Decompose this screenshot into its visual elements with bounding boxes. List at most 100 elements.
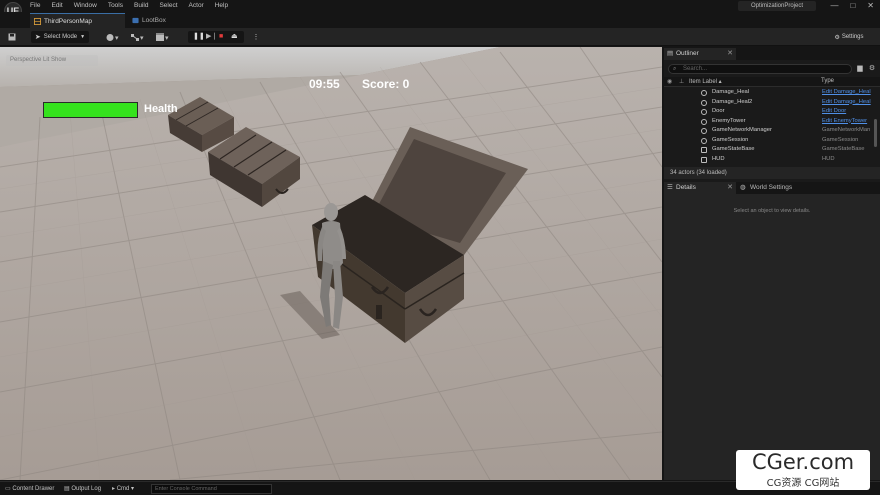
tab-lootbox[interactable]: LootBox [128, 13, 188, 28]
window-controls: — □ ✕ [830, 1, 874, 11]
tab-thirdpersonmap[interactable]: ThirdPersonMap [30, 13, 125, 28]
right-panel: ▤ Outliner ✕ ⌕ Search... ▆ ⚙ ◉ ⊥ Item La… [664, 47, 880, 480]
list-item[interactable]: Damage_Heal Edit Damage_Heal [664, 88, 872, 98]
outliner-list: Damage_Heal Edit Damage_Heal Damage_Heal2… [664, 88, 872, 164]
info-icon [701, 147, 707, 153]
cinematics-button[interactable]: ▾ [153, 31, 173, 43]
outliner-tab-label: Outliner [676, 50, 699, 57]
folder-icon: ▆ [857, 65, 863, 72]
project-name-badge: OptimizationProject [738, 1, 816, 11]
menu-help[interactable]: Help [215, 2, 228, 9]
save-icon [8, 33, 16, 41]
details-panel: Select an object to view details. [664, 194, 880, 480]
maximize-icon[interactable]: □ [850, 1, 855, 11]
health-label: Health [144, 103, 178, 115]
globe-icon: ◍ [740, 184, 746, 191]
list-item[interactable]: Door Edit Door [664, 107, 872, 117]
step-icon[interactable]: ▶❘ [206, 31, 217, 43]
svg-text:▾: ▾ [140, 34, 144, 42]
hud-timer: 09:55 [309, 77, 340, 91]
pause-icon[interactable]: ❚❚ [193, 31, 205, 43]
output-log-button[interactable]: ▤ Output Log [64, 484, 101, 494]
outliner-header: ▤ Outliner ✕ [664, 47, 880, 60]
add-content-button[interactable]: ▾ [103, 31, 123, 43]
list-item[interactable]: GameStateBase GameStateBase [664, 145, 872, 155]
watermark: CGer.com CG资源 CG网站 [736, 450, 870, 490]
console-placeholder: Enter Console Command [155, 486, 217, 492]
log-icon: ▤ [64, 486, 70, 492]
list-item[interactable]: GameSession GameSession [664, 136, 872, 146]
world-settings-label: World Settings [750, 184, 793, 191]
menu-edit[interactable]: Edit [51, 2, 62, 9]
level-icon [34, 18, 41, 25]
add-folder-button[interactable]: ▆ [855, 64, 865, 74]
cmd-label: Cmd ▾ [116, 486, 135, 492]
actor-icon [701, 109, 707, 115]
settings-button[interactable]: ⚙ Settings [830, 31, 868, 43]
chevron-down-icon: ▼ [80, 34, 86, 40]
title-bar: UE File Edit Window Tools Build Select A… [0, 0, 880, 20]
details-empty-message: Select an object to view details. [733, 208, 811, 214]
save-button[interactable] [6, 31, 18, 43]
select-mode-dropdown[interactable]: ➤ Select Mode ▼ [31, 31, 89, 43]
close-icon[interactable]: ✕ [867, 1, 874, 11]
terminal-icon: ▸ [112, 486, 116, 492]
tab-outliner[interactable]: ▤ Outliner ✕ [664, 48, 736, 60]
tab-label: ThirdPersonMap [44, 18, 93, 25]
list-item[interactable]: GameNetworkManager GameNetworkMan [664, 126, 872, 136]
outliner-search-input[interactable]: ⌕ Search... [668, 64, 852, 74]
output-log-label: Output Log [71, 486, 102, 492]
close-icon[interactable]: ✕ [727, 182, 733, 194]
list-item[interactable]: EnemyTower Edit EnemyTower [664, 117, 872, 127]
actor-icon [701, 137, 707, 144]
pin-icon[interactable]: ⊥ [679, 78, 684, 85]
details-header: ☰ Details ✕ ◍ World Settings [664, 182, 880, 194]
more-icon: ⋮ [252, 34, 260, 41]
svg-text:▾: ▾ [165, 34, 169, 42]
list-item[interactable]: Damage_Heal2 Edit Damage_Heal [664, 98, 872, 108]
gear-icon: ⚙ [834, 34, 840, 41]
select-mode-label: Select Mode [43, 34, 78, 40]
watermark-main: CGer.com [751, 450, 855, 474]
list-item[interactable]: HUD HUD [664, 155, 872, 165]
visibility-eye-icon[interactable]: ◉ [667, 78, 672, 85]
outliner-column-header: ◉ ⊥ Item Label ▴ Type [664, 77, 880, 87]
level-viewport[interactable]: Perspective Lit Show 09:55 Score: 0 Heal… [0, 47, 662, 480]
eject-icon[interactable]: ⏏ [231, 31, 238, 43]
console-command-input[interactable]: Enter Console Command [151, 484, 272, 494]
content-drawer-button[interactable]: ▭ Content Drawer [5, 484, 54, 494]
cmd-dropdown[interactable]: ▸ Cmd ▾ [112, 484, 134, 494]
menu-select[interactable]: Select [159, 2, 177, 9]
col-item-label[interactable]: Item Label ▴ [689, 78, 722, 85]
tab-details[interactable]: ☰ Details ✕ [664, 182, 736, 194]
health-bar [43, 102, 138, 118]
menu-build[interactable]: Build [134, 2, 148, 9]
blueprints-button[interactable]: ▾ [128, 31, 148, 43]
gear-icon: ⚙ [868, 65, 876, 72]
menu-actor[interactable]: Actor [189, 2, 204, 9]
blueprint-icon [132, 17, 139, 24]
svg-text:▾: ▾ [115, 34, 119, 42]
watermark-sub: CG资源 CG网站 [766, 478, 840, 489]
menu-file[interactable]: File [30, 2, 40, 9]
actor-icon [701, 128, 707, 134]
tab-label: LootBox [142, 17, 166, 24]
close-icon[interactable]: ✕ [727, 48, 733, 60]
minimize-icon[interactable]: — [830, 1, 838, 11]
outliner-settings-button[interactable]: ⚙ [867, 64, 877, 74]
more-options-button[interactable]: ⋮ [250, 31, 262, 43]
tab-world-settings[interactable]: ◍ World Settings [738, 182, 818, 194]
col-type[interactable]: Type [821, 78, 834, 84]
details-icon: ☰ [667, 184, 673, 191]
stop-icon[interactable]: ■ [219, 31, 223, 43]
outliner-scrollbar[interactable] [874, 119, 877, 147]
search-icon: ⌕ [673, 66, 677, 72]
hud-icon [701, 156, 707, 163]
menu-window[interactable]: Window [74, 2, 97, 9]
hud-score: Score: 0 [362, 77, 410, 91]
perspective-chip[interactable]: Perspective Lit Show [6, 55, 98, 66]
main-toolbar: ➤ Select Mode ▼ ▾ ▾ ▾ ❚❚ ▶❘ ■ ⏏ ⋮ ⚙ Sett… [0, 28, 880, 46]
drawer-icon: ▭ [5, 486, 11, 492]
menu-tools[interactable]: Tools [108, 2, 123, 9]
content-drawer-label: Content Drawer [12, 486, 55, 492]
